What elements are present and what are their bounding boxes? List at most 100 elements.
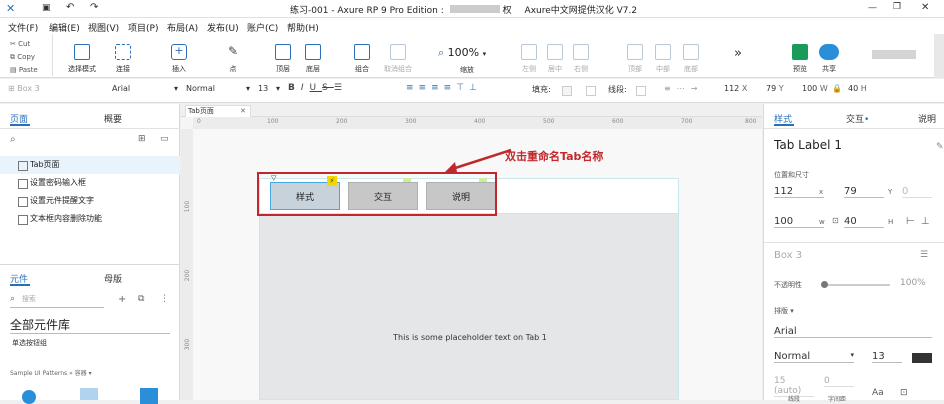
underline-icon[interactable]: U [310,83,323,93]
font-family-select[interactable]: Arial ▾ [112,84,178,93]
widget-label[interactable]: Tab Label 1 [774,138,842,152]
strike-icon[interactable]: S [322,83,334,93]
menu-help[interactable]: 帮助(H) [287,21,319,34]
page-item[interactable]: 设置密码输入框 [0,174,180,192]
menu-view[interactable]: 视图(V) [88,21,119,34]
align-middle-button[interactable]: 中部 [652,34,674,74]
align-top-button[interactable]: 顶部 [624,34,646,74]
redo-icon[interactable]: ↷ [90,2,98,13]
text-style-tools[interactable]: BIUS☰ [288,83,348,93]
line-style-tools[interactable]: ≡⋯→ [664,84,703,93]
share-button[interactable]: 共享 [816,34,842,74]
send-bottom-button[interactable]: 底层 [300,34,326,74]
tab-notes-panel[interactable]: 说明 [918,112,936,125]
menu-publish[interactable]: 发布(U) [207,21,239,34]
text-align-right-icon[interactable]: ≡ [431,83,444,93]
menu-edit[interactable]: 编辑(E) [49,21,80,34]
preview-button[interactable]: 预览 [788,34,812,74]
bring-top-button[interactable]: 顶层 [270,34,296,74]
widget-search-input[interactable]: ⌕ 搜索 [10,294,104,308]
minimize-icon[interactable]: — [868,3,877,13]
opacity-value[interactable]: 100% [900,278,926,288]
italic-icon[interactable]: I [301,83,310,93]
toolbar-scrollbar[interactable] [934,34,944,78]
text-vcenter-icon[interactable]: ⊥ [469,83,482,93]
copy-button[interactable]: ⧉ Copy [10,51,38,64]
align-center-button[interactable]: 居中 [544,34,566,74]
bold-icon[interactable]: B [288,83,301,93]
select-mode-button[interactable]: 选择模式 [60,34,104,74]
w-field[interactable]: 100 W [802,84,828,93]
text-align-left-icon[interactable]: ≡ [406,83,419,93]
align-tools[interactable]: ≡≡≡≡⊤⊥ [406,83,482,93]
rp-size-input[interactable]: 13 [872,351,902,363]
line-width-icon[interactable]: ≡ [664,84,677,93]
rotation-input[interactable]: 0 [902,186,932,198]
pattern-help-icon[interactable] [22,390,36,404]
style-manage-icon[interactable]: ☰ [920,250,928,260]
align-left-button[interactable]: 左侧 [518,34,540,74]
size-lock-icon[interactable]: ⊡ [832,216,839,225]
insert-button[interactable]: + 插入 [162,34,196,74]
library-menu-icon[interactable]: ⧉ [138,294,144,304]
size-w-input[interactable]: 100 [774,216,824,228]
style-name-field[interactable]: Box 3 [774,250,802,261]
close-icon[interactable]: ✕ [921,2,929,13]
add-page-icon[interactable]: ⊞ [138,134,146,144]
font-style-select[interactable]: Normal ▾ [186,84,250,93]
restore-icon[interactable]: ❐ [893,2,901,12]
x-field[interactable]: 112 X [724,84,747,93]
pos-x-input[interactable]: 112 [774,186,824,198]
page-item[interactable]: 文本框内容删除功能 [0,210,180,228]
add-library-icon[interactable]: + [118,294,126,305]
page-item[interactable]: 设置元件提醒文字 [0,192,180,210]
tab-outline[interactable]: 概要 [104,112,122,125]
text-align-center-icon[interactable]: ≡ [419,83,432,93]
h-field[interactable]: 40 H [848,84,867,93]
fit-size-tools[interactable]: ⊢⊥ [906,216,935,227]
fill-shadow-swatch[interactable] [586,86,596,96]
menu-project[interactable]: 项目(P) [128,21,158,34]
text-case-button[interactable]: Aa [872,388,884,398]
cut-button[interactable]: ✂ Cut [10,38,38,51]
text-color-swatch[interactable] [912,353,932,363]
add-folder-icon[interactable]: ▭ [160,134,169,144]
group-button[interactable]: 组合 [348,34,376,74]
undo-icon[interactable]: ↶ [66,2,74,13]
arrow-style-icon[interactable]: → [691,84,704,93]
pattern-panel-icon[interactable] [80,388,98,400]
patterns-section[interactable]: Sample UI Patterns » 容器 ▾ [10,368,92,377]
widget-name-field[interactable]: ⊞ Box 3 [8,84,40,93]
align-bottom-button[interactable]: 底部 [680,34,702,74]
paste-button[interactable]: ▤ Paste [10,64,38,77]
font-size-select[interactable]: 13 ▾ [258,84,280,93]
list-icon[interactable]: ☰ [334,83,348,93]
menu-layout[interactable]: 布局(A) [167,21,198,34]
point-button[interactable]: ✎ 点 [220,34,246,74]
rp-font-select[interactable]: Arial [774,326,932,338]
pages-search-icon[interactable]: ⌕ [10,134,16,145]
zoom-control[interactable]: ⌕ 100% ▾ [438,46,486,60]
size-h-input[interactable]: 40 [844,216,884,228]
text-shadow-icon[interactable]: ⊡ [900,388,908,398]
more-tools-button[interactable]: » [734,46,742,61]
connect-button[interactable]: 连接 [108,34,138,74]
menu-account[interactable]: 账户(C) [247,21,278,34]
doc-tab-close-icon[interactable]: ✕ [240,106,246,116]
fit-height-icon[interactable]: ⊥ [921,216,936,227]
ungroup-button[interactable]: 取消组合 [378,34,418,74]
line-color-swatch[interactable] [636,86,646,96]
fit-width-icon[interactable]: ⊢ [906,216,921,227]
lock-icon[interactable]: 🔒 [832,84,842,93]
align-right-button[interactable]: 右侧 [570,34,592,74]
line-pattern-icon[interactable]: ⋯ [677,84,691,93]
doc-tab[interactable]: Tab页面 ✕ [185,105,251,117]
opacity-slider[interactable] [824,284,890,286]
text-align-justify-icon[interactable]: ≡ [444,83,457,93]
char-spacing-input[interactable]: 0 [824,376,854,387]
library-select[interactable]: 全部元件库 [10,316,170,334]
more-options-icon[interactable]: ⋮ [160,294,169,304]
tab-interact-panel[interactable]: 交互• [846,112,869,125]
y-field[interactable]: 79 Y [766,84,784,93]
menu-file[interactable]: 文件(F) [8,21,38,34]
